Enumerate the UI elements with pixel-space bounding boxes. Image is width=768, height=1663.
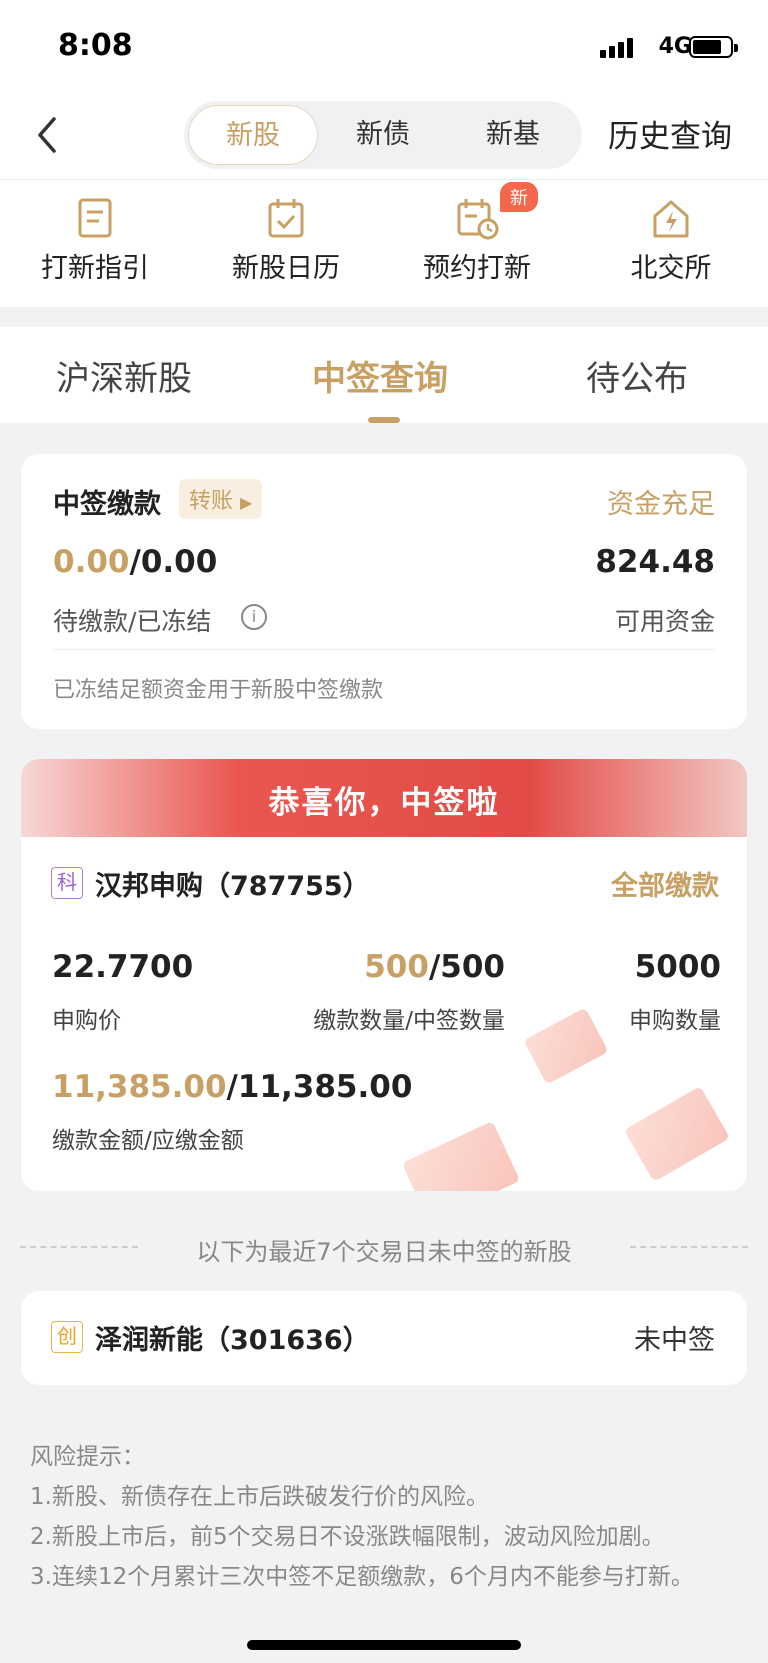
history-query-link[interactable]: 历史查询 bbox=[608, 111, 732, 156]
subscription-price-label: 申购价 bbox=[52, 1008, 121, 1034]
segment-new-bond[interactable]: 新债 bbox=[318, 105, 448, 165]
home-indicator[interactable] bbox=[247, 1640, 521, 1650]
pending-frozen-amount: 0.00/0.00 bbox=[53, 544, 217, 580]
house-icon bbox=[596, 196, 746, 240]
segment-new-stock[interactable]: 新股 bbox=[188, 105, 318, 165]
due-amount: /11,385.00 bbox=[226, 1069, 413, 1105]
payment-title: 中签缴款 bbox=[53, 489, 161, 520]
won-quantity: /500 bbox=[428, 949, 505, 985]
payment-note: 已冻结足额资金用于新股中签缴款 bbox=[53, 678, 384, 703]
caret-right-icon: ▶ bbox=[240, 493, 253, 512]
funds-status: 资金充足 bbox=[607, 489, 715, 520]
quick-menu: 打新指引 新股日历 预约打新 新 北交所 bbox=[0, 180, 768, 307]
winning-card: 恭喜你，中签啦 科 汉邦申购（787755） 全部缴款 22.7700 申购价 … bbox=[21, 759, 747, 1191]
payment-card: 中签缴款 转账 ▶ 资金充足 0.00/0.00 824.48 待缴款/已冻结 … bbox=[21, 454, 747, 729]
tab-pending[interactable]: 待公布 bbox=[586, 351, 688, 400]
risk-item: 2.新股上市后，前5个交易日不设涨跌幅限制，波动风险加剧。 bbox=[30, 1524, 665, 1550]
pending-label: 待缴款/已冻结 bbox=[53, 607, 212, 636]
chinext-tag-icon: 创 bbox=[51, 1321, 83, 1353]
star-market-tag-icon: 科 bbox=[51, 867, 83, 899]
red-envelope-decoration bbox=[523, 1007, 609, 1085]
quick-item-label: 北交所 bbox=[630, 253, 712, 284]
quick-item-bse[interactable]: 北交所 bbox=[596, 196, 746, 285]
info-icon[interactable]: i bbox=[241, 604, 267, 630]
quick-item-guide[interactable]: 打新指引 bbox=[20, 196, 170, 285]
pending-amount: 0.00 bbox=[53, 544, 130, 580]
paid-won-quantity: 500/500 bbox=[364, 949, 505, 985]
transfer-button[interactable]: 转账 ▶ bbox=[179, 479, 263, 519]
back-icon[interactable] bbox=[30, 113, 66, 157]
divider bbox=[53, 649, 715, 650]
red-envelope-decoration bbox=[623, 1086, 731, 1182]
product-segment: 新股 新债 新基 bbox=[184, 101, 582, 169]
pay-all-button[interactable]: 全部缴款 bbox=[611, 864, 719, 903]
paid-quantity: 500 bbox=[364, 949, 429, 985]
subscription-quantity-label: 申购数量 bbox=[629, 1008, 721, 1034]
subscription-quantity: 5000 bbox=[634, 949, 721, 985]
status-bar: 8:08 4G bbox=[0, 0, 768, 95]
not-won-status: 未中签 bbox=[634, 1325, 715, 1356]
status-time: 8:08 bbox=[58, 28, 133, 63]
active-tab-indicator bbox=[368, 417, 400, 423]
not-won-stock-name: 泽润新能（301636） bbox=[95, 1325, 370, 1356]
congrats-text: 恭喜你，中签啦 bbox=[268, 785, 500, 821]
quick-item-calendar[interactable]: 新股日历 bbox=[211, 196, 361, 285]
tab-new-stocks[interactable]: 沪深新股 bbox=[56, 351, 192, 400]
battery-icon bbox=[689, 36, 738, 58]
not-won-separator: 以下为最近7个交易日未中签的新股 bbox=[20, 1232, 748, 1267]
quantity-label: 缴款数量/中签数量 bbox=[313, 1008, 505, 1034]
nav-bar: 新股 新债 新基 历史查询 bbox=[0, 95, 768, 180]
risk-notice: 风险提示： 1.新股、新债存在上市后跌破发行价的风险。 2.新股上市后，前5个交… bbox=[30, 1437, 750, 1597]
separator-text: 以下为最近7个交易日未中签的新股 bbox=[196, 1238, 572, 1266]
risk-item: 1.新股、新债存在上市后跌破发行价的风险。 bbox=[30, 1484, 489, 1510]
winning-stock-name: 汉邦申购（787755） bbox=[95, 871, 370, 902]
paid-due-amount: 11,385.00/11,385.00 bbox=[52, 1069, 412, 1105]
tab-bar: 沪深新股 中签查询 待公布 bbox=[0, 327, 768, 423]
subscription-price: 22.7700 bbox=[52, 949, 194, 985]
segment-new-fund[interactable]: 新基 bbox=[448, 105, 578, 165]
congrats-banner: 恭喜你，中签啦 bbox=[21, 759, 747, 837]
tab-winning-query[interactable]: 中签查询 bbox=[312, 351, 448, 400]
amount-label: 缴款金额/应缴金额 bbox=[52, 1128, 244, 1154]
frozen-amount: /0.00 bbox=[129, 544, 218, 580]
signal-icon bbox=[600, 36, 640, 58]
quick-item-label: 预约打新 bbox=[423, 253, 531, 284]
risk-item: 3.连续12个月累计三次中签不足额缴款，6个月内不能参与打新。 bbox=[30, 1564, 694, 1590]
quick-item-label: 新股日历 bbox=[232, 253, 340, 284]
network-label: 4G bbox=[658, 34, 692, 59]
red-envelope-decoration bbox=[401, 1120, 521, 1191]
quick-item-label: 打新指引 bbox=[41, 253, 149, 284]
calendar-check-icon bbox=[211, 196, 361, 240]
not-won-card[interactable]: 创 泽润新能（301636） 未中签 bbox=[21, 1291, 747, 1385]
guide-icon bbox=[20, 196, 170, 240]
available-funds: 824.48 bbox=[595, 544, 715, 580]
risk-title: 风险提示： bbox=[30, 1444, 145, 1470]
transfer-label: 转账 bbox=[189, 489, 234, 514]
new-badge: 新 bbox=[500, 182, 538, 212]
paid-amount: 11,385.00 bbox=[52, 1069, 227, 1105]
available-label: 可用资金 bbox=[614, 607, 715, 636]
